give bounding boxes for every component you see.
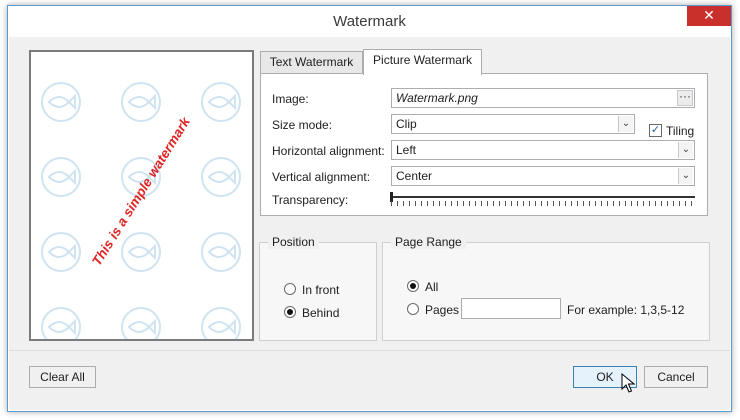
dialog-content: This is a simple watermark Text Watermar… [9, 37, 730, 410]
radio-pages[interactable] [407, 303, 419, 315]
radio-in-front[interactable] [284, 283, 296, 295]
image-label: Image: [272, 92, 309, 106]
chevron-down-icon[interactable]: ⌄ [618, 116, 633, 132]
size-mode-select[interactable]: Clip ⌄ [391, 114, 635, 134]
page-range-group-title: Page Range [391, 235, 466, 249]
pages-input[interactable] [461, 298, 561, 319]
position-group: Position In front Behind [259, 235, 377, 341]
vertical-alignment-label: Vertical alignment: [272, 170, 371, 184]
vertical-alignment-select[interactable]: Center ⌄ [391, 166, 695, 186]
chevron-down-icon[interactable]: ⌄ [678, 142, 693, 158]
image-value: Watermark.png [396, 91, 478, 105]
in-front-label: In front [302, 283, 340, 297]
fish-icon [41, 307, 81, 339]
pages-label: Pages [425, 303, 460, 317]
page-range-group: Page Range All Pages For example: 1,3,5-… [382, 235, 710, 341]
close-icon: ✕ [703, 7, 715, 23]
fish-icon [201, 307, 241, 339]
horizontal-alignment-select[interactable]: Left ⌄ [391, 140, 695, 160]
close-button[interactable]: ✕ [687, 6, 731, 26]
image-field[interactable]: Watermark.png ··· [391, 88, 695, 108]
tab-text-watermark[interactable]: Text Watermark [260, 51, 363, 73]
slider-ticks [391, 201, 695, 206]
pages-example-text: For example: 1,3,5-12 [567, 303, 685, 317]
fish-icon [121, 82, 161, 122]
watermark-preview: This is a simple watermark [29, 50, 254, 341]
divider [9, 350, 730, 351]
transparency-label: Transparency: [272, 193, 349, 207]
cancel-button[interactable]: Cancel [644, 366, 708, 388]
browse-button[interactable]: ··· [677, 90, 693, 106]
fish-icon [121, 232, 161, 272]
chevron-down-icon[interactable]: ⌄ [678, 168, 693, 184]
radio-selected-dot [287, 309, 293, 315]
title-bar: Watermark ✕ [8, 6, 731, 36]
clear-all-button[interactable]: Clear All [29, 366, 96, 388]
radio-all[interactable] [407, 280, 419, 292]
all-label: All [425, 280, 439, 294]
fish-icon [41, 232, 81, 272]
size-mode-value: Clip [396, 117, 417, 131]
vertical-alignment-value: Center [396, 169, 433, 183]
size-mode-label: Size mode: [272, 118, 333, 132]
radio-selected-dot [410, 283, 416, 289]
fish-icon [121, 307, 161, 339]
tiling-checkbox[interactable]: ✓ [649, 124, 662, 137]
position-group-title: Position [268, 235, 319, 249]
mouse-cursor-icon [621, 373, 635, 393]
radio-behind[interactable] [284, 306, 296, 318]
behind-label: Behind [302, 306, 340, 320]
horizontal-alignment-label: Horizontal alignment: [272, 144, 385, 158]
ellipsis-icon: ··· [679, 89, 691, 103]
fish-icon [41, 157, 81, 197]
horizontal-alignment-value: Left [396, 143, 417, 157]
fish-icon [201, 232, 241, 272]
tab-picture-watermark[interactable]: Picture Watermark [363, 49, 482, 75]
picture-watermark-panel: Image: Watermark.png ··· Size mode: Clip… [260, 73, 708, 216]
fish-icon [41, 82, 81, 122]
fish-icon [201, 157, 241, 197]
transparency-slider[interactable] [391, 196, 695, 198]
tiling-label: Tiling [666, 124, 695, 138]
check-icon: ✓ [650, 124, 661, 136]
dialog-title: Watermark [333, 13, 406, 30]
watermark-dialog: Watermark ✕ This is a simple watermark T… [7, 5, 732, 412]
